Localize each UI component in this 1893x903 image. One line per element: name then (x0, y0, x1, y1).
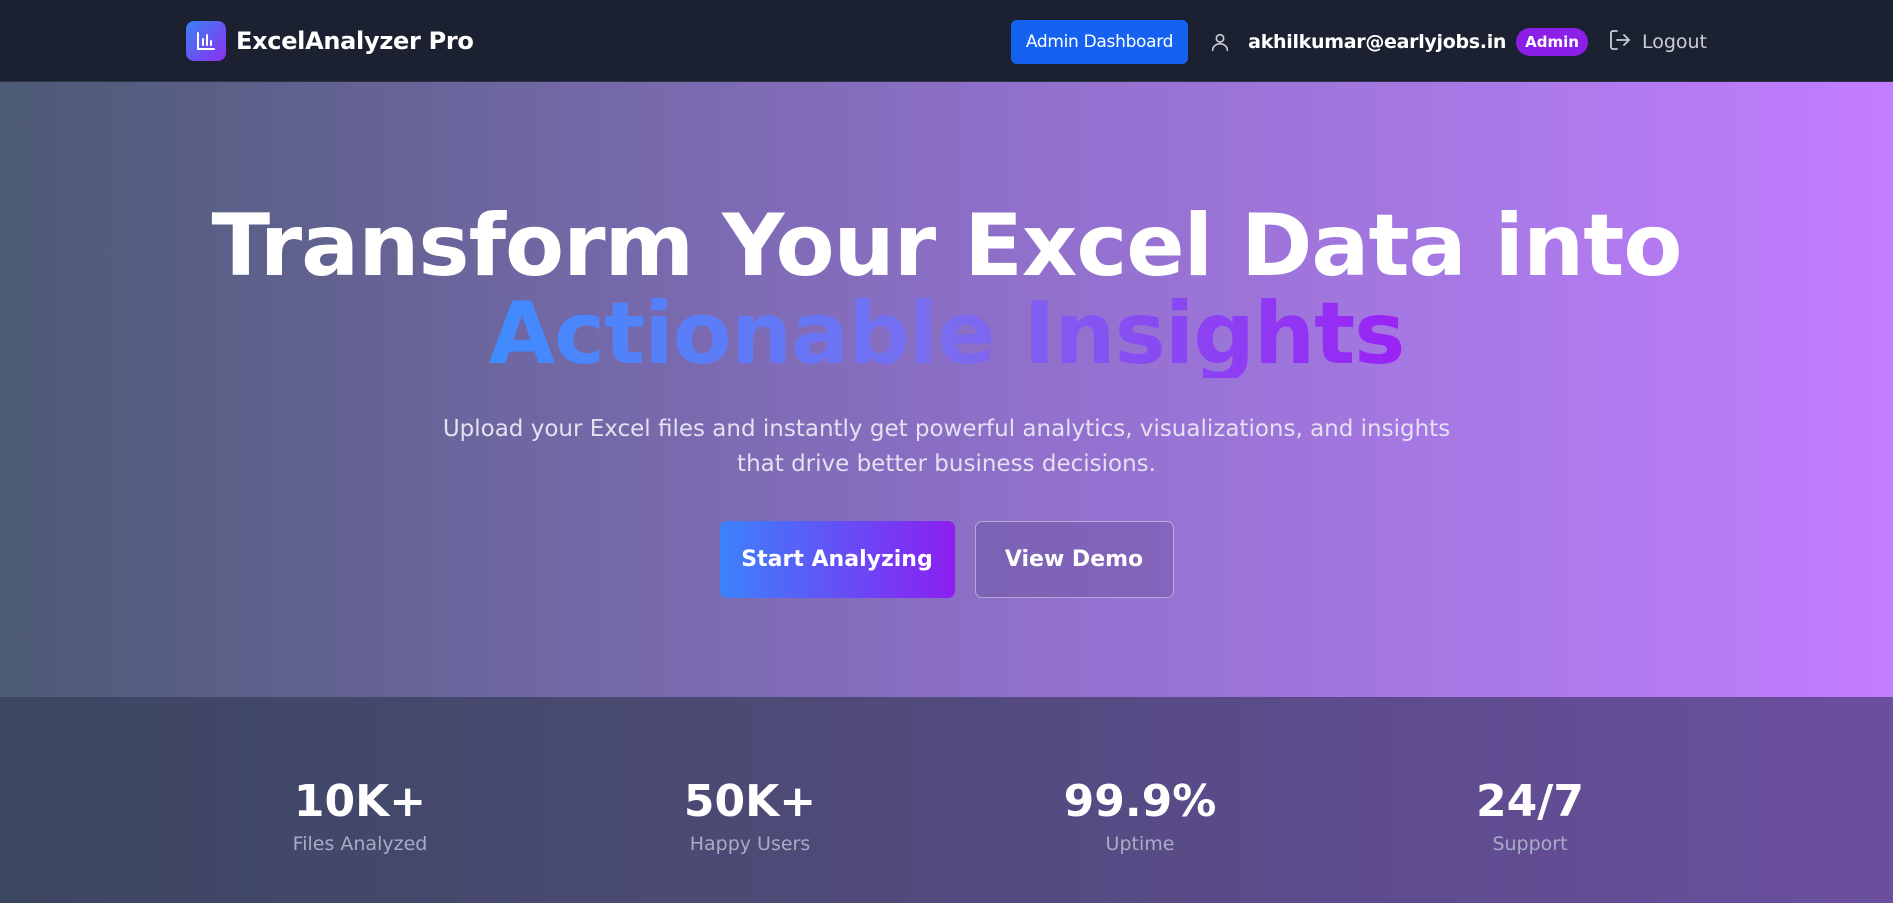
stat-label: Happy Users (689, 833, 811, 855)
nav-actions: Admin Dashboard akhilkumar@earlyjobs.in … (1010, 20, 1707, 64)
hero-subtitle-line2: that drive better business decisions. (737, 451, 1156, 477)
stat-label: Support (1492, 833, 1568, 855)
role-badge: Admin (1516, 28, 1588, 56)
admin-dashboard-button[interactable]: Admin Dashboard (1010, 20, 1189, 64)
logout-button[interactable]: Logout (1608, 28, 1707, 57)
stat-label: Files Analyzed (292, 833, 428, 855)
stat-value: 10K+ (293, 776, 427, 827)
hero-title-accent-text: Actionable Insights (488, 284, 1406, 384)
stat-files-analyzed: 10K+ Files Analyzed (230, 776, 490, 856)
stat-value: 99.9% (1063, 776, 1217, 827)
hero-section: Transform Your Excel Data into Actionabl… (0, 82, 1893, 697)
stat-value: 50K+ (683, 776, 817, 827)
stats-section: 10K+ Files Analyzed 50K+ Happy Users 99.… (0, 697, 1893, 903)
stat-value: 24/7 (1476, 776, 1584, 827)
stat-happy-users: 50K+ Happy Users (620, 776, 880, 856)
top-navbar: ExcelAnalyzer Pro Admin Dashboard akhilk… (0, 0, 1893, 82)
stat-uptime: 99.9% Uptime (1010, 776, 1270, 856)
logout-label: Logout (1641, 31, 1707, 53)
start-analyzing-button[interactable]: Start Analyzing (719, 521, 955, 598)
bar-chart-icon (186, 21, 226, 61)
stat-support: 24/7 Support (1400, 776, 1660, 856)
brand[interactable]: ExcelAnalyzer Pro (186, 21, 474, 61)
user-icon (1208, 30, 1232, 54)
logout-icon (1608, 28, 1632, 57)
brand-name: ExcelAnalyzer Pro (236, 27, 474, 55)
hero-title: Transform Your Excel Data into (211, 196, 1683, 296)
cta-row: Start Analyzing View Demo (0, 521, 1893, 598)
stat-label: Uptime (1105, 833, 1175, 855)
user-email: akhilkumar@earlyjobs.in (1248, 31, 1507, 53)
hero-subtitle: Upload your Excel files and instantly ge… (0, 412, 1893, 482)
hero-subtitle-line1: Upload your Excel files and instantly ge… (442, 416, 1451, 442)
view-demo-button[interactable]: View Demo (974, 521, 1174, 598)
hero-title-accent: Actionable Insights (0, 290, 1893, 378)
